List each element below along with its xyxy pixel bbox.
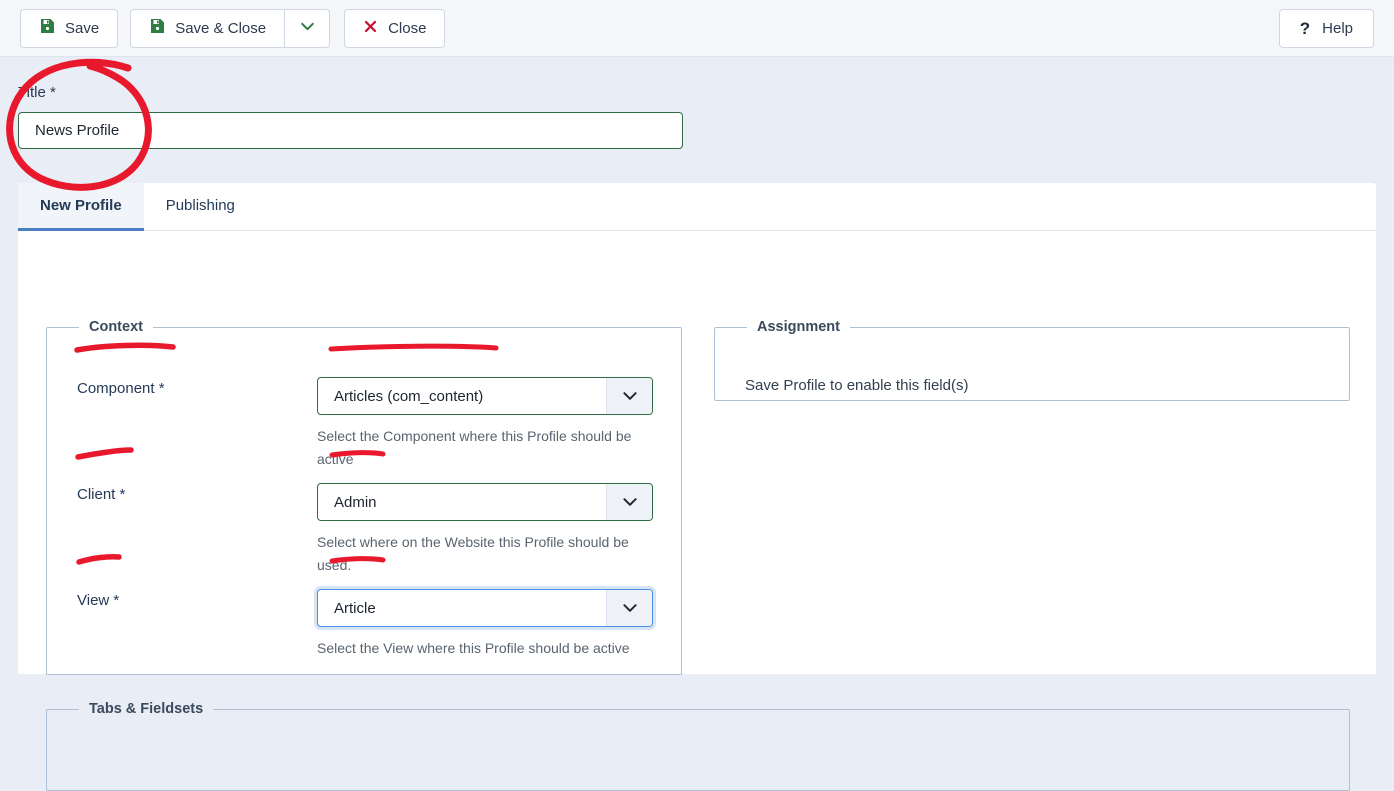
tab-publishing[interactable]: Publishing [144, 183, 257, 231]
chevron-down-icon [299, 18, 316, 38]
title-section: Title * [0, 57, 1394, 183]
floppy-disk-icon [149, 18, 165, 38]
tabs-and-fieldsets-fieldset: Tabs & Fieldsets [46, 701, 1350, 791]
save-button[interactable]: Save [20, 8, 119, 48]
client-label: Client * [77, 486, 126, 503]
help-button[interactable]: ? Help [1278, 8, 1374, 48]
client-select-value: Admin [334, 493, 377, 511]
toolbar: Save Save & Close Close ? Help [0, 0, 1394, 57]
close-button[interactable]: Close [344, 8, 446, 48]
assignment-legend: Assignment [757, 319, 840, 335]
floppy-disk-icon [39, 18, 55, 38]
save-button-label: Save [65, 19, 100, 37]
component-select-value: Articles (com_content) [334, 387, 484, 405]
tab-publishing-label: Publishing [165, 197, 235, 214]
assignment-note: Save Profile to enable this field(s) [745, 377, 969, 394]
tab-bar: New Profile Publishing [18, 183, 1376, 231]
title-input[interactable] [18, 112, 683, 149]
tab-new-profile-label: New Profile [40, 197, 122, 214]
chevron-down-icon [606, 484, 652, 520]
client-description: Select where on the Website this Profile… [317, 534, 629, 574]
chevron-down-icon [606, 590, 652, 626]
tab-new-profile[interactable]: New Profile [18, 183, 144, 231]
client-control: Admin Select where on the Website this P… [317, 483, 653, 577]
save-and-close-button-label: Save & Close [175, 19, 267, 37]
x-icon [363, 19, 378, 38]
save-options-dropdown-button[interactable] [285, 8, 331, 48]
component-select[interactable]: Articles (com_content) [317, 377, 653, 415]
assignment-fieldset: Assignment Save Profile to enable this f… [714, 319, 1350, 401]
question-mark-icon: ? [1299, 18, 1311, 38]
component-description: Select the Component where this Profile … [317, 428, 632, 468]
save-and-close-split-button: Save & Close [130, 8, 331, 48]
help-button-label: Help [1322, 19, 1353, 37]
chevron-down-icon [606, 378, 652, 414]
client-select[interactable]: Admin [317, 483, 653, 521]
save-and-close-button[interactable]: Save & Close [130, 8, 286, 48]
context-fieldset: Context Component * Articles (com_conten… [46, 319, 682, 675]
view-control: Article Select the View where this Profi… [317, 589, 653, 660]
component-label: Component * [77, 380, 165, 397]
view-select-value: Article [334, 599, 376, 617]
view-description: Select the View where this Profile shoul… [317, 640, 630, 656]
view-select[interactable]: Article [317, 589, 653, 627]
edit-panel: New Profile Publishing Context Component… [18, 183, 1376, 791]
view-label: View * [77, 592, 120, 609]
title-label: Title * [18, 84, 56, 101]
close-button-label: Close [388, 19, 427, 37]
tabs-and-fieldsets-legend: Tabs & Fieldsets [89, 701, 204, 717]
component-control: Articles (com_content) Select the Compon… [317, 377, 653, 471]
context-legend: Context [89, 319, 143, 335]
